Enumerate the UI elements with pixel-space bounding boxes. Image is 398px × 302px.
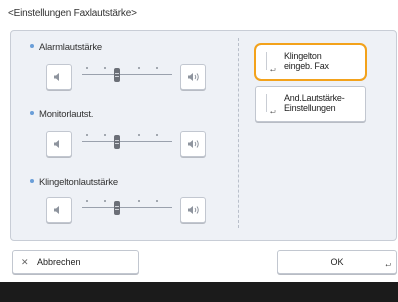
bullet-icon [30, 111, 34, 116]
corner-arrow-icon: ⮠ [385, 262, 391, 269]
ringtone-volume-label: Klingeltonlautstärke [30, 177, 118, 188]
bullet-icon [30, 44, 34, 49]
slider-thumb[interactable] [114, 201, 120, 215]
speaker-low-icon [54, 140, 59, 148]
page-title: <Einstellungen Faxlautstärke> [8, 8, 137, 19]
alarm-volume-slider[interactable] [82, 62, 172, 88]
slider-thumb[interactable] [114, 68, 120, 82]
bullet-icon [30, 179, 34, 184]
close-icon: ✕ [21, 257, 29, 267]
corner-arrow-icon: ⮠ [270, 109, 276, 116]
alarm-volume-label: Alarmlautstärke [30, 42, 102, 53]
speaker-low-icon [54, 206, 59, 214]
fax-ringtone-button[interactable]: ⮠ Klingelton eingeb. Fax [254, 43, 367, 81]
ok-button[interactable]: OK ⮠ [277, 250, 397, 274]
cancel-button[interactable]: ✕ Abbrechen [12, 250, 139, 274]
ringtone-volume-up-button[interactable] [180, 197, 206, 223]
speaker-high-icon [188, 140, 199, 148]
alarm-volume-up-button[interactable] [180, 64, 206, 90]
speaker-low-icon [54, 73, 59, 81]
bottom-bar [0, 282, 398, 302]
slider-thumb[interactable] [114, 135, 120, 149]
panel-divider [238, 38, 240, 228]
speaker-high-icon [188, 73, 199, 81]
other-volume-settings-button[interactable]: ⮠ And.Lautstärke- Einstellungen [255, 86, 366, 122]
alarm-volume-down-button[interactable] [46, 64, 72, 90]
monitor-volume-up-button[interactable] [180, 131, 206, 157]
monitor-volume-slider[interactable] [82, 129, 172, 155]
speaker-high-icon [188, 206, 199, 214]
ringtone-volume-slider[interactable] [82, 195, 172, 221]
ringtone-volume-down-button[interactable] [46, 197, 72, 223]
corner-arrow-icon: ⮠ [270, 67, 276, 74]
monitor-volume-down-button[interactable] [46, 131, 72, 157]
monitor-volume-label: Monitorlautst. [30, 109, 93, 120]
